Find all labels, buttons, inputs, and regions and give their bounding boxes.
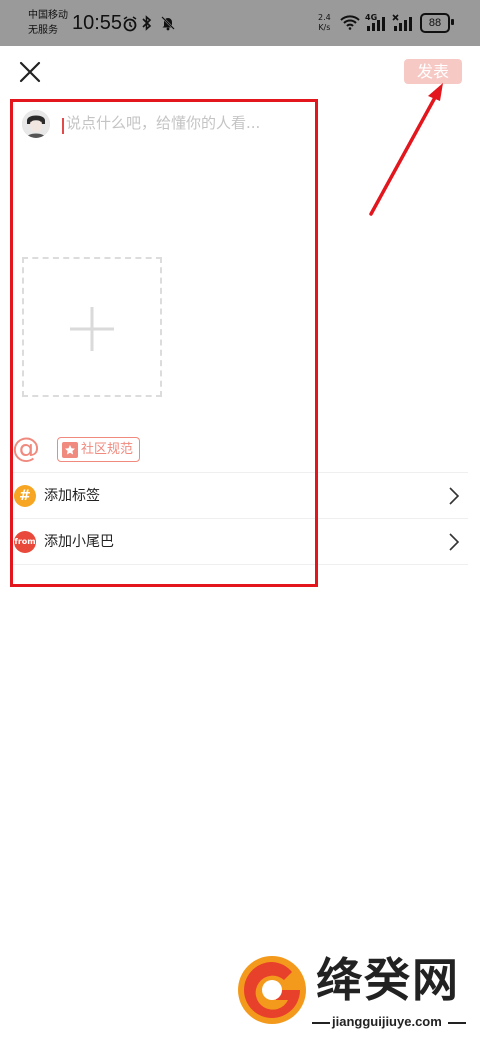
watermark-title: 绛癸网 [316,953,460,1007]
watermark-line-left [312,1022,330,1024]
annotation-arrow [369,83,443,216]
watermark: 绛癸网 jiangguijiuye.com [234,950,480,1040]
watermark-line-right [448,1022,466,1024]
chevron-right-icon [449,487,460,505]
watermark-logo [238,956,306,1024]
chevron-right-icon [449,533,460,551]
watermark-url: jiangguijiuye.com [332,1014,442,1029]
